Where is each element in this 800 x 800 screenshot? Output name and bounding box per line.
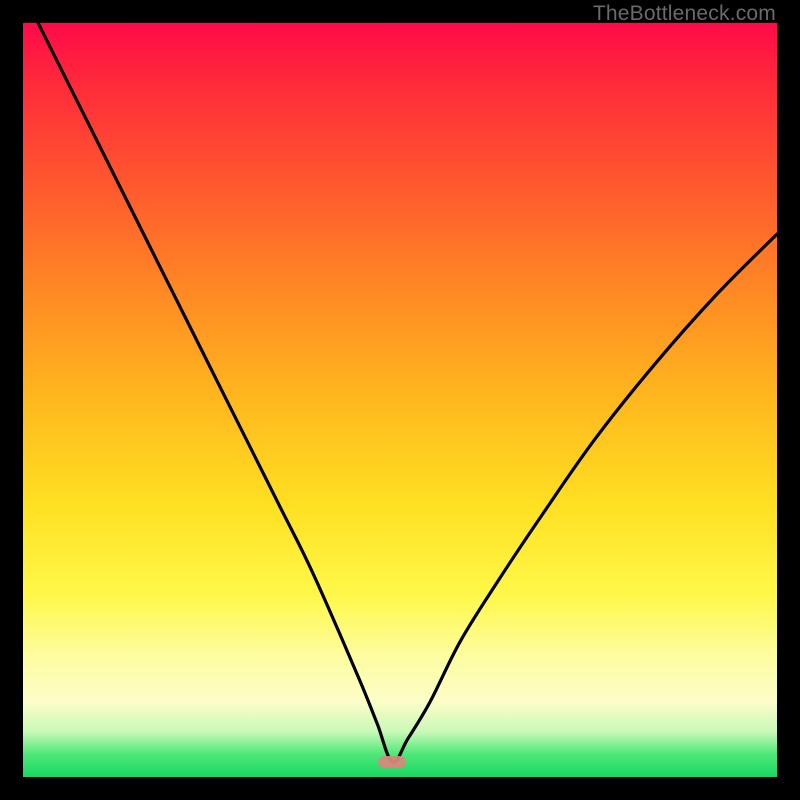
chart-frame: TheBottleneck.com — [0, 0, 800, 800]
optimal-marker — [378, 756, 406, 768]
bottleneck-curve — [23, 23, 777, 777]
plot-area — [23, 23, 777, 777]
